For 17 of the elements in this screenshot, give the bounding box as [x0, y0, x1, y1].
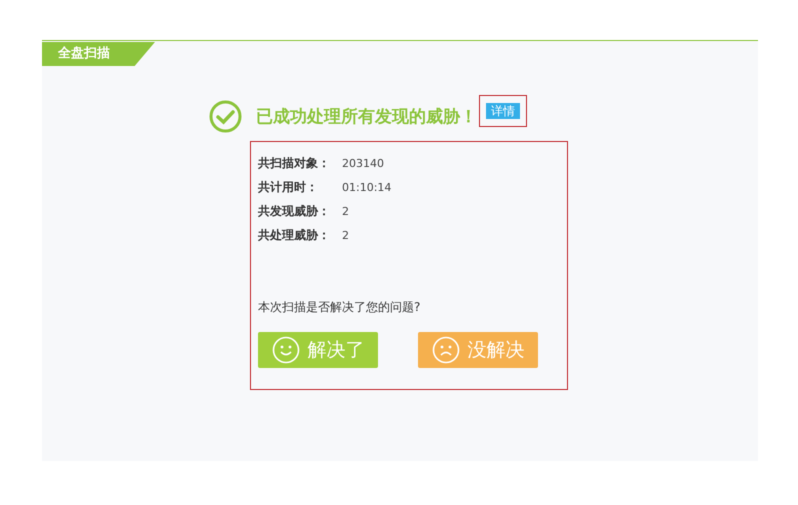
scan-tab[interactable]: 全盘扫描 — [42, 42, 155, 66]
sad-face-icon — [432, 336, 460, 364]
stat-value: 01:10:14 — [342, 180, 392, 194]
feedback-button[interactable]: 解决了 — [258, 332, 378, 368]
stat-label: 共处理威胁： — [258, 226, 331, 244]
stat-value: 2 — [342, 204, 349, 218]
check-circle-icon — [209, 100, 242, 133]
stat-label: 共计用时： — [258, 178, 319, 196]
feedback-question: 本次扫描是否解决了您的问题? — [258, 299, 422, 316]
stat-label: 共发现威胁： — [258, 202, 331, 220]
stat-value: 203140 — [342, 156, 384, 170]
feedback-button[interactable]: 没解决 — [418, 332, 538, 368]
smiley-icon — [272, 336, 300, 364]
result-title: 已成功处理所有发现的威胁！ — [256, 106, 477, 128]
stat-label: 共扫描对象： — [258, 154, 331, 172]
stat-value: 2 — [342, 228, 349, 242]
details-badge[interactable]: 详情 — [486, 102, 520, 118]
